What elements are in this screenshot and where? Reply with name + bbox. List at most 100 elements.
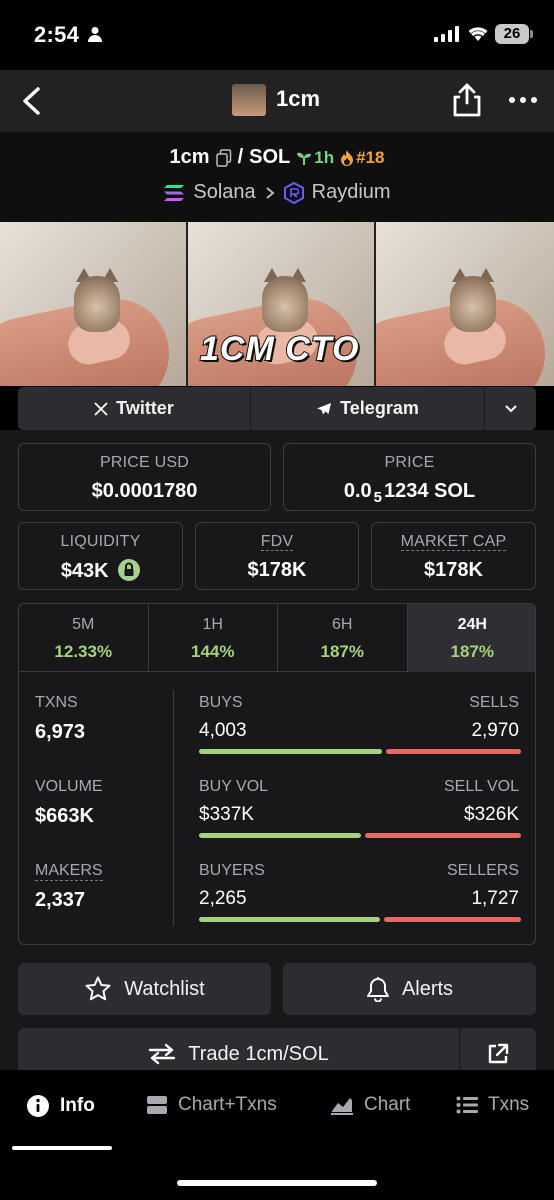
battery-tip xyxy=(530,30,533,38)
pair-separator: / xyxy=(237,146,244,168)
telegram-icon xyxy=(317,402,332,414)
external-link-icon xyxy=(488,1043,509,1064)
tab-txns-label: Txns xyxy=(488,1094,530,1115)
copy-icon[interactable] xyxy=(215,148,232,167)
buy-vol-value: $337K xyxy=(199,804,254,825)
tab-info[interactable]: Info xyxy=(26,1094,95,1118)
solana-icon xyxy=(164,184,185,201)
price-native-card: PRICE 0.0 5 1234 SOL xyxy=(283,443,536,511)
chevron-down-icon xyxy=(504,404,517,412)
info-icon xyxy=(27,1095,49,1117)
tab-5m-change: 12.33% xyxy=(54,642,113,661)
sell-vol-bar xyxy=(365,833,521,838)
share-icon[interactable] xyxy=(450,82,484,118)
tab-24h-label: 24H xyxy=(457,616,487,633)
liquidity-label: LIQUIDITY xyxy=(60,533,141,550)
sells-value: 2,970 xyxy=(471,720,519,741)
price-native-label: PRICE xyxy=(384,454,435,471)
fdv-label: FDV xyxy=(260,533,294,551)
tab-24h-change: 187% xyxy=(450,642,494,661)
banner-caption: 1CM CTO xyxy=(199,329,360,369)
tab-info-label: Info xyxy=(60,1095,95,1116)
twitter-button[interactable]: Twitter xyxy=(18,387,251,430)
tab-6h[interactable]: 6H 187% xyxy=(278,604,408,672)
volume-value: $663K xyxy=(35,805,94,827)
buys-value: 4,003 xyxy=(199,720,247,741)
liquidity-value-row: $43K xyxy=(19,559,182,583)
more-icon[interactable] xyxy=(506,88,540,112)
sell-vol-value: $326K xyxy=(464,804,519,825)
token-avatar xyxy=(232,84,266,116)
market-cap-label: MARKET CAP xyxy=(400,533,507,551)
active-tab-indicator xyxy=(12,1146,112,1150)
buy-vol-bar xyxy=(199,833,361,838)
buy-vol-label: BUY VOL xyxy=(199,778,269,795)
buys-label: BUYS xyxy=(199,694,243,711)
stats-divider xyxy=(173,690,174,926)
telegram-label: Telegram xyxy=(340,398,419,418)
makers-value: 2,337 xyxy=(35,889,86,911)
sells-bar xyxy=(386,749,521,754)
watchlist-button[interactable]: Watchlist xyxy=(18,963,271,1015)
fdv-card: FDV $178K xyxy=(195,522,359,590)
tab-chart-label: Chart xyxy=(364,1094,411,1115)
alerts-label: Alerts xyxy=(401,977,454,1000)
twitter-label: Twitter xyxy=(116,398,174,418)
banner-panel-right xyxy=(376,222,554,386)
market-cap-card: MARKET CAP $178K xyxy=(371,522,536,590)
telegram-button[interactable]: Telegram xyxy=(251,387,485,430)
tab-5m[interactable]: 5M 12.33% xyxy=(19,604,149,672)
tab-chart-txns-label: Chart+Txns xyxy=(178,1094,277,1115)
sellers-value: 1,727 xyxy=(471,888,519,909)
price-suffix: 1234 SOL xyxy=(383,480,476,502)
tab-txns[interactable]: Txns xyxy=(456,1094,529,1116)
tab-1h[interactable]: 1H 144% xyxy=(149,604,278,672)
pair-header: 1cm / SOL 1h #18 Solana Raydium xyxy=(0,132,554,222)
back-icon[interactable] xyxy=(12,81,52,121)
sprout-icon xyxy=(297,152,312,165)
chevron-right-icon xyxy=(266,186,275,199)
cell-signal-icon xyxy=(434,26,459,42)
tab-chart[interactable]: Chart xyxy=(330,1094,410,1116)
trading-stats-panel: 5M 12.33% 1H 144% 6H 187% 24H 187% TXNS … xyxy=(18,603,536,945)
txns-value: 6,973 xyxy=(35,721,86,743)
period-tabs: 5M 12.33% 1H 144% 6H 187% 24H 187% xyxy=(19,604,535,672)
x-logo-icon xyxy=(94,401,108,416)
list-icon xyxy=(456,1096,478,1114)
sellers-bar xyxy=(384,917,521,922)
pair-info-panel: PRICE USD $0.0001780 PRICE 0.0 5 1234 SOL … xyxy=(0,430,554,1080)
nav-header: 1cm xyxy=(0,70,554,132)
price-usd-value: $0.0001780 xyxy=(91,480,198,502)
chain-name[interactable]: Solana xyxy=(193,181,255,204)
tab-6h-label: 6H xyxy=(332,616,353,633)
bell-icon xyxy=(366,977,389,1002)
tab-1h-label: 1H xyxy=(202,616,223,633)
tab-chart-txns[interactable]: Chart+Txns xyxy=(146,1094,277,1116)
star-icon xyxy=(85,976,111,1001)
more-links-dropdown[interactable] xyxy=(485,387,536,430)
buyers-bar xyxy=(199,917,380,922)
home-indicator xyxy=(177,1180,377,1186)
raydium-icon xyxy=(283,181,304,204)
buys-bar xyxy=(199,749,382,754)
pair-title-row: 1cm / SOL 1h #18 xyxy=(0,146,554,169)
pair-age-value: 1h xyxy=(314,147,335,167)
token-banner-image: 1CM CTO xyxy=(0,222,554,386)
battery-indicator: 26 xyxy=(495,24,529,44)
alerts-button[interactable]: Alerts xyxy=(283,963,536,1015)
price-prefix: 0.0 xyxy=(343,480,372,502)
tab-24h[interactable]: 24H 187% xyxy=(407,604,535,672)
wifi-icon xyxy=(468,27,488,41)
person-icon xyxy=(88,27,102,42)
fdv-value: $178K xyxy=(247,559,307,581)
pair-age: 1h xyxy=(296,148,334,168)
buyers-value: 2,265 xyxy=(199,888,247,909)
nav-title: 1cm xyxy=(276,86,321,111)
tab-5m-label: 5M xyxy=(72,616,95,633)
status-bar: 2:54 26 xyxy=(0,0,554,70)
liquidity-value: $43K xyxy=(60,560,109,582)
watchlist-label: Watchlist xyxy=(124,977,205,1000)
trending-rank: #18 xyxy=(340,148,384,168)
lock-icon[interactable] xyxy=(118,559,141,581)
dex-name[interactable]: Raydium xyxy=(312,181,391,204)
